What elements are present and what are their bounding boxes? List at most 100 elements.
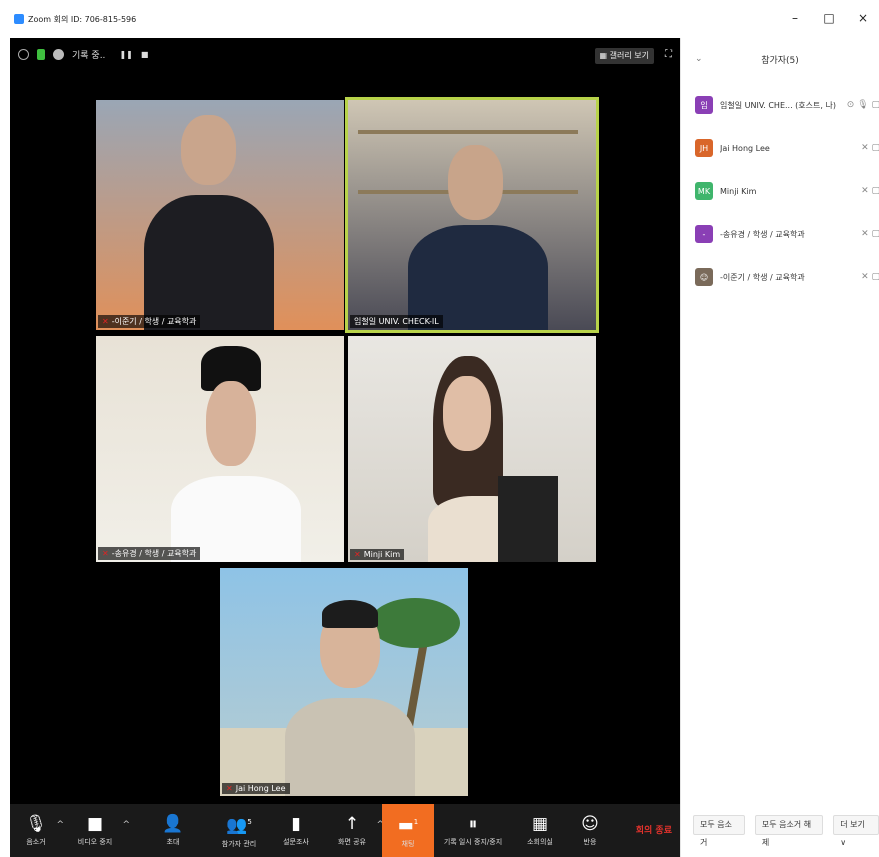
participant-row[interactable]: ☺ -이준기 / 학생 / 교육학과 ✕ ▢	[695, 266, 879, 288]
muted-icon: ✕	[102, 549, 109, 558]
muted-icon: ✕	[226, 784, 233, 793]
chat-icon: ▬1	[397, 815, 419, 836]
tile-name-label: ✕ Minji Kim	[350, 549, 405, 560]
participant-row[interactable]: 임 임철일 UNIV. CHE... (호스트, 나) ⊙ 🎙 ▢	[695, 94, 879, 116]
stop-icon[interactable]: ■	[141, 50, 149, 59]
toolbar-button-label: 반응	[583, 838, 597, 846]
recording-status: 기록 중..	[72, 50, 106, 61]
muted-mic-icon[interactable]: ✕ ▢	[861, 186, 879, 196]
info-icon[interactable]	[18, 48, 29, 60]
caret-up-icon[interactable]: ^	[56, 820, 64, 830]
close-button[interactable]: ×	[857, 11, 869, 25]
tile-name-label: ✕ -송유경 / 학생 / 교육학과	[98, 547, 201, 560]
participant-row[interactable]: MK Minji Kim ✕ ▢	[695, 180, 879, 202]
title-bar: Zoom 회의 ID: 706-815-596 – □ ×	[0, 0, 879, 38]
fullscreen-icon[interactable]: ⛶	[665, 49, 672, 60]
invite-button[interactable]: 👤 초대	[158, 804, 188, 857]
participant-name: Jai Hong Lee	[720, 143, 770, 153]
participant-hair	[322, 600, 378, 628]
window-title: Zoom 회의 ID: 706-815-596	[28, 14, 137, 24]
microphone-button[interactable]: 🎙 음소거 ^	[18, 804, 64, 857]
gallery-view-button[interactable]: ▦ 갤러리 보기	[594, 48, 654, 64]
participant-name: Minji Kim	[720, 186, 757, 196]
toolbar-button-label: 채팅	[401, 839, 415, 848]
breakout-rooms-icon: ▦	[531, 814, 549, 834]
participants-panel: ⌄ 참가자(5) 임 임철일 UNIV. CHE... (호스트, 나) ⊙ 🎙 ▢…	[680, 38, 879, 857]
end-meeting-button[interactable]: 회의 종료	[636, 823, 672, 836]
video-gallery: 기록 중.. ❚❚ ■ ▦ 갤러리 보기 ⛶ ✕ -이준기 / 학생 / 교육학과…	[10, 38, 680, 804]
recording-icon	[53, 48, 64, 60]
toolbar-button-label: 설문조사	[283, 838, 309, 846]
participants-icon: 👥5	[226, 815, 252, 836]
record-pause-button[interactable]: ⏸ 기록 일시 중지/중지	[438, 804, 508, 857]
avatar: ☺	[695, 268, 713, 286]
pause-icon[interactable]: ❚❚	[119, 50, 132, 59]
chat-button[interactable]: ▬1 채팅	[382, 804, 434, 857]
tile-name-label: ✕ -이준기 / 학생 / 교육학과	[98, 315, 201, 328]
more-button[interactable]: 더 보기 ∨	[833, 815, 879, 847]
maximize-button[interactable]: □	[823, 11, 835, 25]
toolbar-button-label: 참가자 관리	[221, 839, 257, 848]
avatar: JH	[695, 139, 713, 157]
mic-icon[interactable]: ⊙ 🎙 ▢	[847, 100, 879, 110]
video-tile[interactable]: ✕ Minji Kim	[348, 336, 596, 562]
avatar: MK	[695, 182, 713, 200]
microphone-icon: 🎙	[25, 814, 47, 834]
tile-name-label: ✕ Jai Hong Lee	[222, 783, 290, 794]
toolbar-button-label: 음소거	[26, 838, 46, 846]
participants-button[interactable]: 👥5 참가자 관리	[215, 804, 263, 857]
muted-mic-icon[interactable]: ✕ ▢	[861, 229, 879, 239]
caret-up-icon[interactable]: ^	[122, 820, 130, 830]
polling-icon: ▮	[291, 814, 301, 834]
toolbar-button-label: 초대	[166, 838, 180, 846]
count-badge: 5	[247, 818, 252, 827]
participant-name: -송유경 / 학생 / 교육학과	[720, 229, 805, 239]
meeting-toolbar: 🎙 음소거 ^ ■ 비디오 중지 ^ 👤 초대 👥5 참가자 관리 ▮ 설문조사 ↑ 화면 공유 ^ ▬1 채팅…	[10, 804, 680, 857]
muted-mic-icon[interactable]: ✕ ▢	[861, 272, 879, 282]
participant-body	[285, 698, 415, 796]
record-pause-icon: ⏸	[468, 814, 478, 834]
participant-face	[443, 376, 491, 451]
toolbar-button-label: 소회의실	[527, 838, 553, 846]
toolbar-button-label: 기록 일시 중지/중지	[443, 838, 503, 846]
toolbar-button-label: 비디오 중지	[77, 838, 113, 846]
breakout-rooms-button[interactable]: ▦ 소회의실	[520, 804, 560, 857]
lock-icon[interactable]	[37, 48, 45, 60]
participant-row[interactable]: - -송유경 / 학생 / 교육학과 ✕ ▢	[695, 223, 879, 245]
muted-mic-icon[interactable]: ✕ ▢	[861, 143, 879, 153]
participant-row[interactable]: JH Jai Hong Lee ✕ ▢	[695, 137, 879, 159]
invite-icon: 👤	[162, 814, 184, 834]
participant-name: 임철일 UNIV. CHE... (호스트, 나)	[720, 100, 836, 110]
polling-button[interactable]: ▮ 설문조사	[278, 804, 314, 857]
chevron-down-icon[interactable]: ⌄	[695, 54, 703, 64]
minimize-button[interactable]: –	[789, 11, 801, 25]
muted-icon: ✕	[354, 550, 361, 559]
video-tile-active-speaker[interactable]: 임철일 UNIV. CHECK-IL	[345, 97, 599, 333]
avatar: -	[695, 225, 713, 243]
bookshelf	[358, 130, 578, 134]
video-tile[interactable]: ✕ Jai Hong Lee	[220, 568, 468, 796]
meeting-status-bar: 기록 중.. ❚❚ ■	[10, 38, 680, 70]
count-badge: 1	[413, 818, 419, 827]
participants-panel-header: ⌄ 참가자(5)	[681, 38, 879, 80]
participants-title: 참가자(5)	[761, 55, 799, 66]
video-tile[interactable]: ✕ -이준기 / 학생 / 교육학과	[96, 100, 344, 330]
participant-name: -이준기 / 학생 / 교육학과	[720, 272, 805, 282]
mute-all-button[interactable]: 모두 음소거	[693, 815, 745, 847]
share-screen-button[interactable]: ↑ 화면 공유 ^	[330, 804, 384, 857]
participant-face	[181, 115, 236, 185]
reaction-button[interactable]: ☺ 반응	[575, 804, 605, 857]
reaction-icon: ☺	[581, 814, 599, 834]
zoom-logo-icon	[14, 14, 24, 24]
participant-face	[206, 381, 256, 466]
avatar: 임	[695, 96, 713, 114]
tile-name-label: 임철일 UNIV. CHECK-IL	[350, 315, 443, 328]
video-camera-button[interactable]: ■ 비디오 중지 ^	[70, 804, 130, 857]
participant-body	[144, 195, 274, 330]
participant-face	[448, 145, 503, 220]
muted-icon: ✕	[102, 317, 109, 326]
chair	[498, 476, 558, 562]
video-tile[interactable]: ✕ -송유경 / 학생 / 교육학과	[96, 336, 344, 562]
unmute-all-button[interactable]: 모두 음소거 해제	[754, 815, 824, 847]
zoom-window: Zoom 회의 ID: 706-815-596 – □ × 기록 중.. ❚❚ …	[0, 0, 879, 857]
